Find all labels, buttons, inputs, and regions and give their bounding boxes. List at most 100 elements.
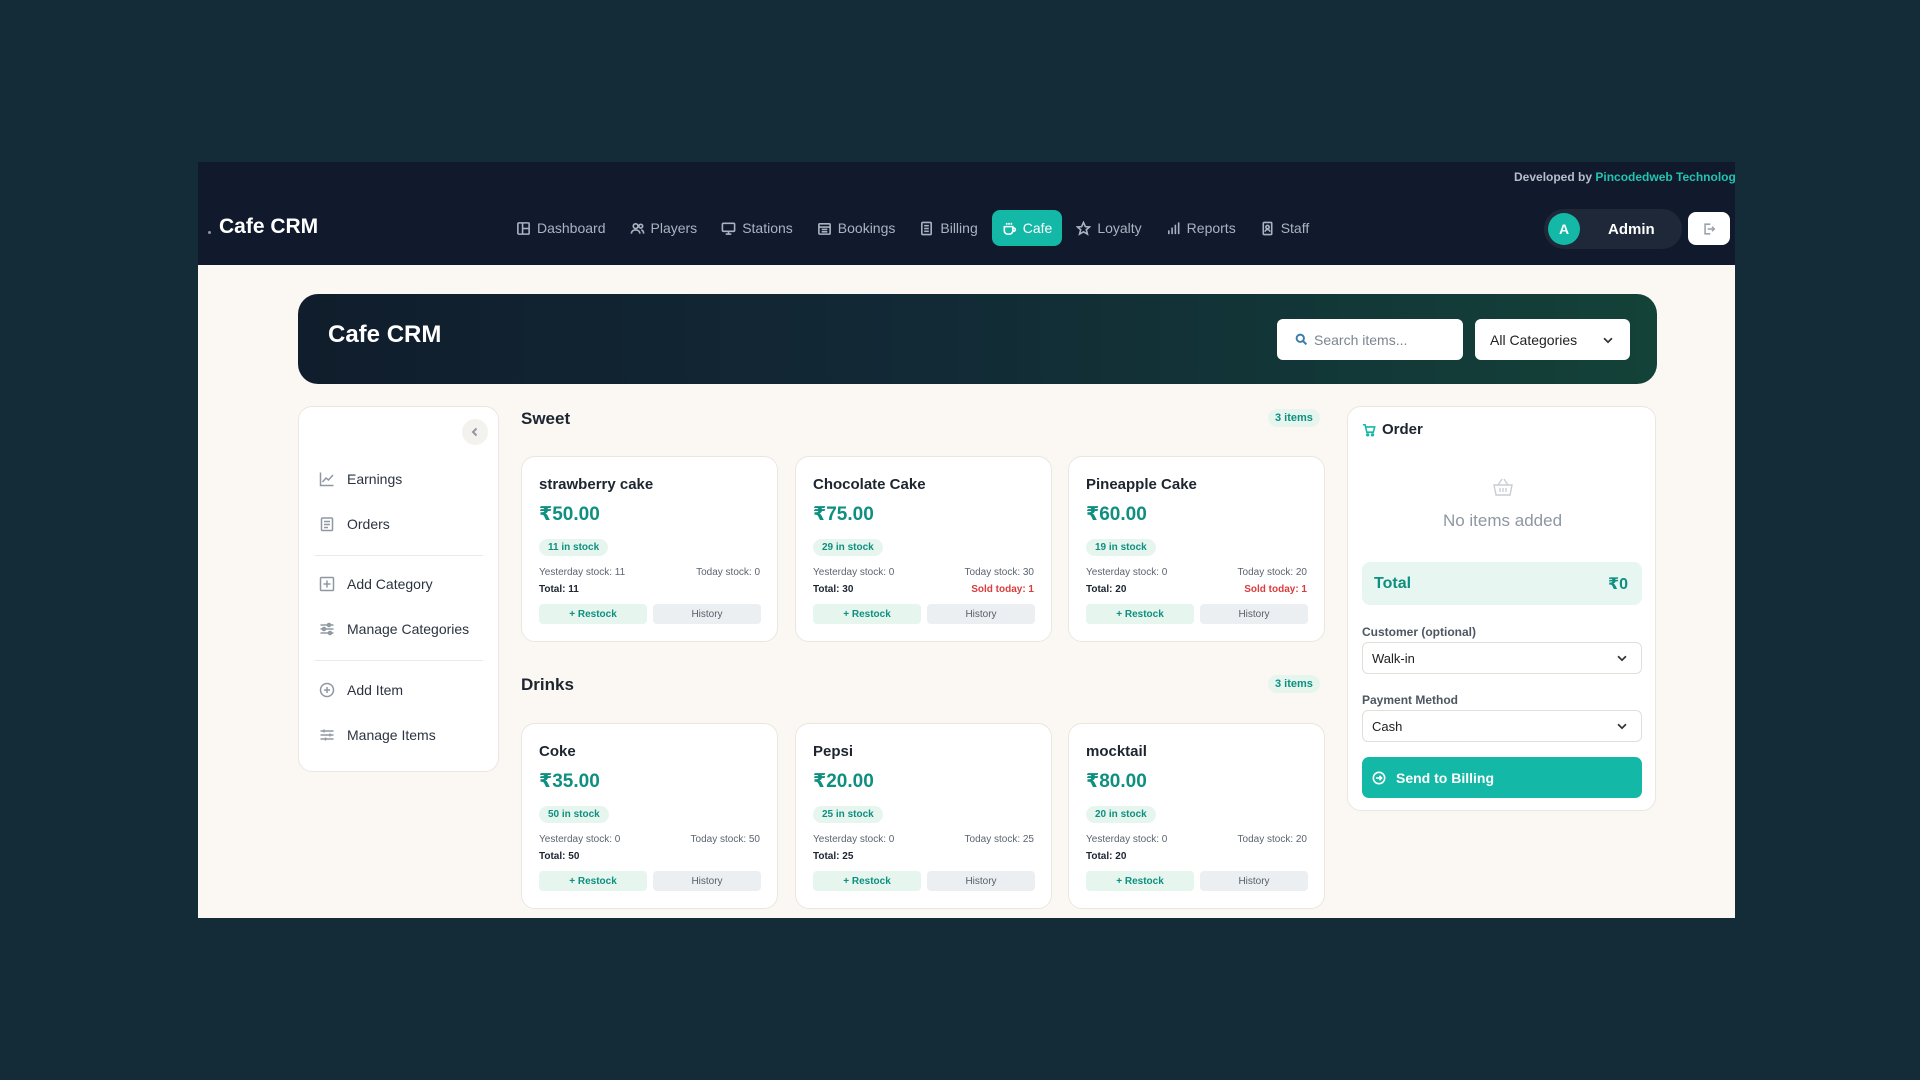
sidebar-item-label: Manage Items: [347, 727, 436, 743]
developer-credit: Developed by Pincodedweb Technologies: [1514, 170, 1735, 184]
collapse-sidebar-button[interactable]: [462, 419, 488, 445]
sold-today: Sold today: 1: [1244, 584, 1307, 595]
cart-icon: [1362, 423, 1376, 436]
search-box[interactable]: [1277, 319, 1463, 360]
nav-item-reports[interactable]: Reports: [1156, 210, 1246, 246]
stock-total: Total: 25: [813, 851, 854, 862]
restock-button[interactable]: + Restock: [813, 871, 921, 891]
history-button[interactable]: History: [1200, 604, 1308, 624]
nav-label: Cafe: [1022, 220, 1053, 236]
today-stock: Today stock: 20: [1237, 567, 1307, 578]
today-stock: Today stock: 25: [964, 834, 1034, 845]
chevron-down-icon: [1615, 719, 1629, 733]
section-count-badge: 3 items: [1268, 675, 1320, 693]
payment-method-value: Cash: [1372, 718, 1403, 734]
item-card[interactable]: Pineapple Cake ₹60.00 19 in stock Yester…: [1068, 456, 1325, 642]
nav-label: Dashboard: [537, 220, 606, 236]
page-header-banner: Cafe CRM All Categories: [298, 294, 1657, 384]
item-card[interactable]: strawberry cake ₹50.00 11 in stock Yeste…: [521, 456, 778, 642]
page-title: Cafe CRM: [328, 321, 442, 348]
nav-item-stations[interactable]: Stations: [711, 210, 803, 246]
category-filter-value: All Categories: [1490, 331, 1578, 348]
restock-button[interactable]: + Restock: [813, 604, 921, 624]
chevron-down-icon: [1601, 333, 1615, 347]
history-button[interactable]: History: [927, 604, 1035, 624]
developer-prefix: Developed by: [1514, 170, 1593, 184]
nav-item-staff[interactable]: Staff: [1250, 210, 1320, 246]
users-icon: [630, 222, 644, 234]
section-title-sweet: Sweet: [521, 409, 571, 428]
search-input[interactable]: [1314, 331, 1454, 348]
sold-today: Sold today: 1: [971, 584, 1034, 595]
sidebar-item-label: Orders: [347, 516, 390, 532]
section-count-badge: 3 items: [1268, 409, 1320, 427]
nav-label: Reports: [1186, 220, 1236, 236]
yesterday-stock: Yesterday stock: 0: [813, 834, 895, 845]
item-card[interactable]: Pepsi ₹20.00 25 in stock Yesterday stock…: [795, 723, 1052, 909]
sidebar-item-orders[interactable]: Orders: [319, 516, 390, 532]
history-button[interactable]: History: [653, 604, 761, 624]
logout-button[interactable]: [1688, 212, 1730, 245]
item-card[interactable]: Coke ₹35.00 50 in stock Yesterday stock:…: [521, 723, 778, 909]
restock-button[interactable]: + Restock: [1086, 871, 1194, 891]
customer-select-value: Walk-in: [1372, 650, 1415, 666]
sidebar-item-manage-items[interactable]: Manage Items: [319, 727, 436, 743]
user-menu[interactable]: A Admin: [1544, 209, 1682, 249]
restock-button[interactable]: + Restock: [539, 604, 647, 624]
nav-label: Loyalty: [1097, 220, 1142, 236]
item-price: ₹50.00: [539, 504, 600, 525]
customer-select[interactable]: Walk-in: [1362, 642, 1642, 674]
restock-button[interactable]: + Restock: [1086, 604, 1194, 624]
sidebar-divider: [315, 660, 483, 661]
sidebar-item-earnings[interactable]: Earnings: [319, 471, 402, 487]
nav-item-loyalty[interactable]: Loyalty: [1066, 210, 1151, 246]
restock-button[interactable]: + Restock: [539, 871, 647, 891]
chevron-down-icon: [1615, 651, 1629, 665]
nav-item-bookings[interactable]: Bookings: [807, 210, 906, 246]
history-button[interactable]: History: [653, 871, 761, 891]
dashboard-icon: [517, 221, 530, 235]
nav-item-dashboard[interactable]: Dashboard: [506, 210, 616, 246]
history-button[interactable]: History: [927, 871, 1035, 891]
category-filter-select[interactable]: All Categories: [1475, 319, 1630, 360]
item-card[interactable]: mocktail ₹80.00 20 in stock Yesterday st…: [1068, 723, 1325, 909]
sidebar-item-add-item[interactable]: Add Item: [319, 682, 403, 698]
order-title-label: Order: [1382, 421, 1423, 438]
sidebar-item-label: Add Category: [347, 576, 433, 592]
today-stock: Today stock: 0: [696, 567, 760, 578]
empty-order-message: No items added: [1442, 511, 1563, 530]
yesterday-stock: Yesterday stock: 0: [1086, 567, 1168, 578]
coffee-icon: [1003, 222, 1016, 235]
star-icon: [1076, 220, 1092, 236]
sidebar-item-add-category[interactable]: Add Category: [319, 576, 433, 592]
search-icon: [1295, 333, 1308, 346]
brand[interactable]: Cafe CRM: [208, 215, 318, 239]
stock-total: Total: 30: [813, 584, 854, 595]
yesterday-stock: Yesterday stock: 0: [813, 567, 895, 578]
stock-badge: 25 in stock: [813, 806, 883, 823]
nav-label: Players: [650, 220, 698, 236]
sidebar-item-label: Manage Categories: [347, 621, 470, 637]
nav-item-cafe[interactable]: Cafe: [991, 210, 1063, 246]
plus-circle-icon: [319, 682, 335, 698]
item-price: ₹20.00: [813, 771, 874, 792]
nav-item-billing[interactable]: Billing: [909, 210, 987, 246]
item-name: Chocolate Cake: [813, 476, 926, 493]
main-nav: Dashboard Players Stations Bookings Bill…: [506, 210, 1319, 246]
sidebar-item-manage-categories[interactable]: Manage Categories: [319, 621, 469, 637]
payment-method-select[interactable]: Cash: [1362, 710, 1642, 742]
nav-item-players[interactable]: Players: [620, 210, 708, 246]
today-stock: Today stock: 50: [690, 834, 760, 845]
item-card[interactable]: Chocolate Cake ₹75.00 29 in stock Yester…: [795, 456, 1052, 642]
history-button[interactable]: History: [1200, 871, 1308, 891]
developer-company-link[interactable]: Pincodedweb Technologies: [1595, 170, 1735, 184]
arrow-circle-icon: [1372, 771, 1386, 784]
yesterday-stock: Yesterday stock: 0: [1086, 834, 1168, 845]
send-to-billing-button[interactable]: Send to Billing: [1362, 757, 1642, 798]
stock-badge: 50 in stock: [539, 806, 609, 823]
stock-total: Total: 11: [539, 584, 579, 595]
badge-icon: [1262, 221, 1273, 235]
sidebar-item-label: Earnings: [347, 471, 403, 487]
chevron-left-icon: [471, 427, 478, 437]
yesterday-stock: Yesterday stock: 11: [539, 567, 626, 578]
